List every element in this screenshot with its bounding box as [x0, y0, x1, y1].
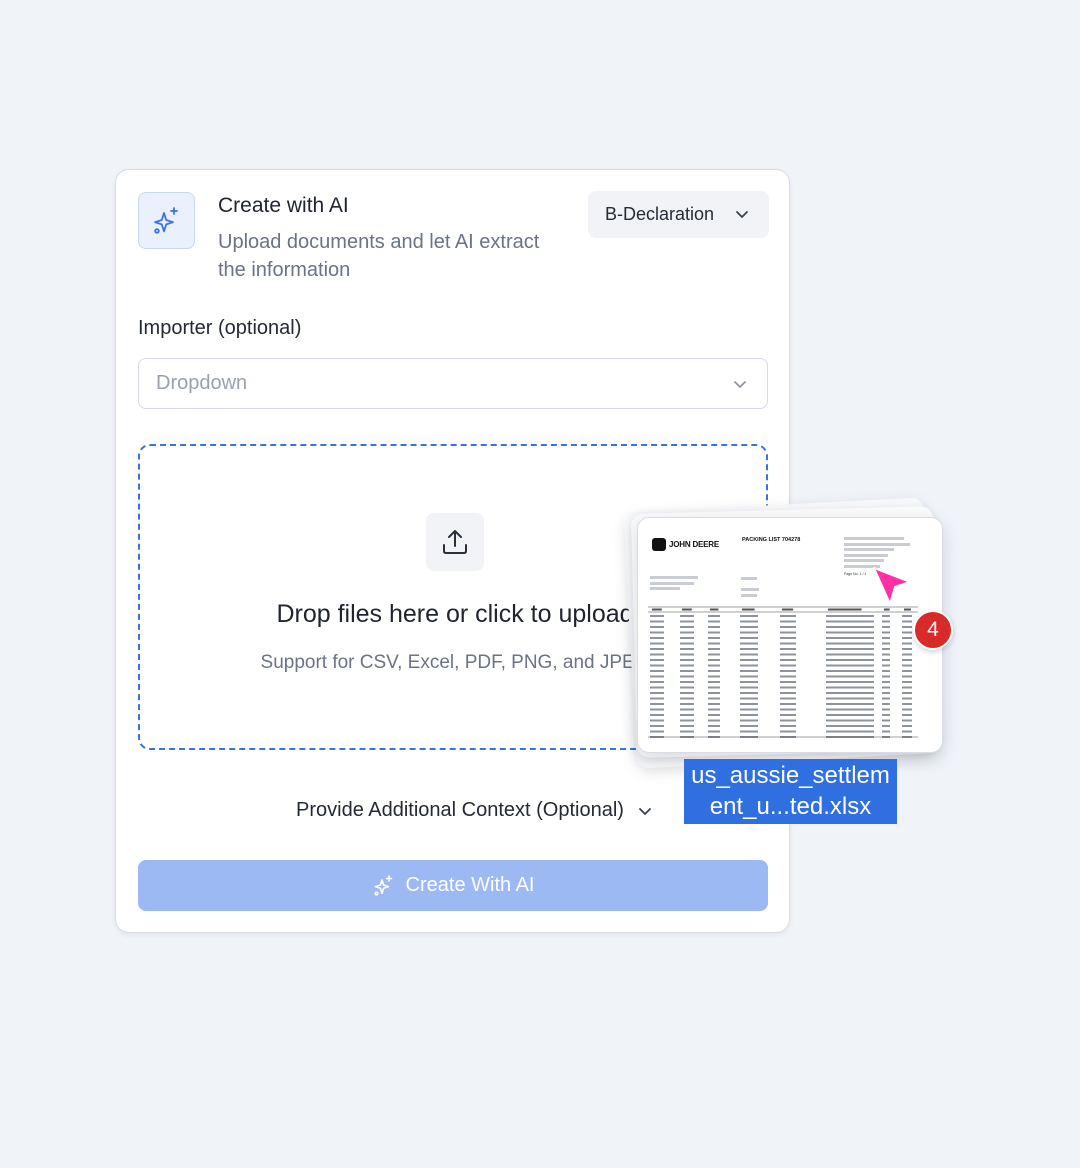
- page: Create with AI Upload documents and let …: [0, 0, 1080, 1168]
- card-title: Create with AI: [218, 194, 349, 217]
- upload-icon: [426, 513, 484, 571]
- chevron-down-icon: [734, 381, 746, 388]
- sparkles-icon: [153, 206, 178, 234]
- create-with-ai-button[interactable]: Create With AI: [138, 860, 768, 911]
- dragged-file-name: us_aussie_settlement_u...ted.xlsx: [684, 759, 897, 824]
- deer-logo-icon: [652, 538, 666, 551]
- doc-line-items-table: [648, 606, 918, 743]
- doc-address-block: [844, 537, 924, 568]
- additional-context-label: Provide Additional Context (Optional): [296, 799, 624, 821]
- chevron-down-icon: [736, 211, 748, 218]
- declaration-type-select[interactable]: B-Declaration: [588, 191, 769, 238]
- doc-recipient-meta: [741, 577, 759, 597]
- importer-dropdown[interactable]: Dropdown: [138, 358, 768, 409]
- dragged-file-preview[interactable]: JOHN DEERE PACKING LIST 704278 Page No. …: [637, 517, 943, 753]
- doc-brand-text: JOHN DEERE: [669, 540, 720, 549]
- create-with-ai-label: Create With AI: [405, 874, 535, 896]
- importer-label: Importer (optional): [138, 317, 302, 339]
- doc-heading: PACKING LIST 704278: [742, 537, 801, 543]
- mouse-cursor-icon: [873, 567, 911, 605]
- doc-page-number: Page No. 1 / 1: [844, 572, 867, 576]
- declaration-type-value: B-Declaration: [605, 204, 715, 224]
- additional-context-toggle[interactable]: Provide Additional Context (Optional): [296, 799, 652, 822]
- john-deere-logo: JOHN DEERE: [652, 538, 719, 551]
- file-count-badge: 4: [913, 610, 953, 650]
- importer-placeholder: Dropdown: [156, 372, 248, 394]
- chevron-down-icon: [639, 807, 651, 815]
- doc-shipment-meta: [650, 576, 698, 590]
- card-subtitle: Upload documents and let AI extract the …: [218, 231, 540, 281]
- sparkles-icon: [373, 874, 392, 896]
- ai-sparkle-badge: [138, 192, 195, 249]
